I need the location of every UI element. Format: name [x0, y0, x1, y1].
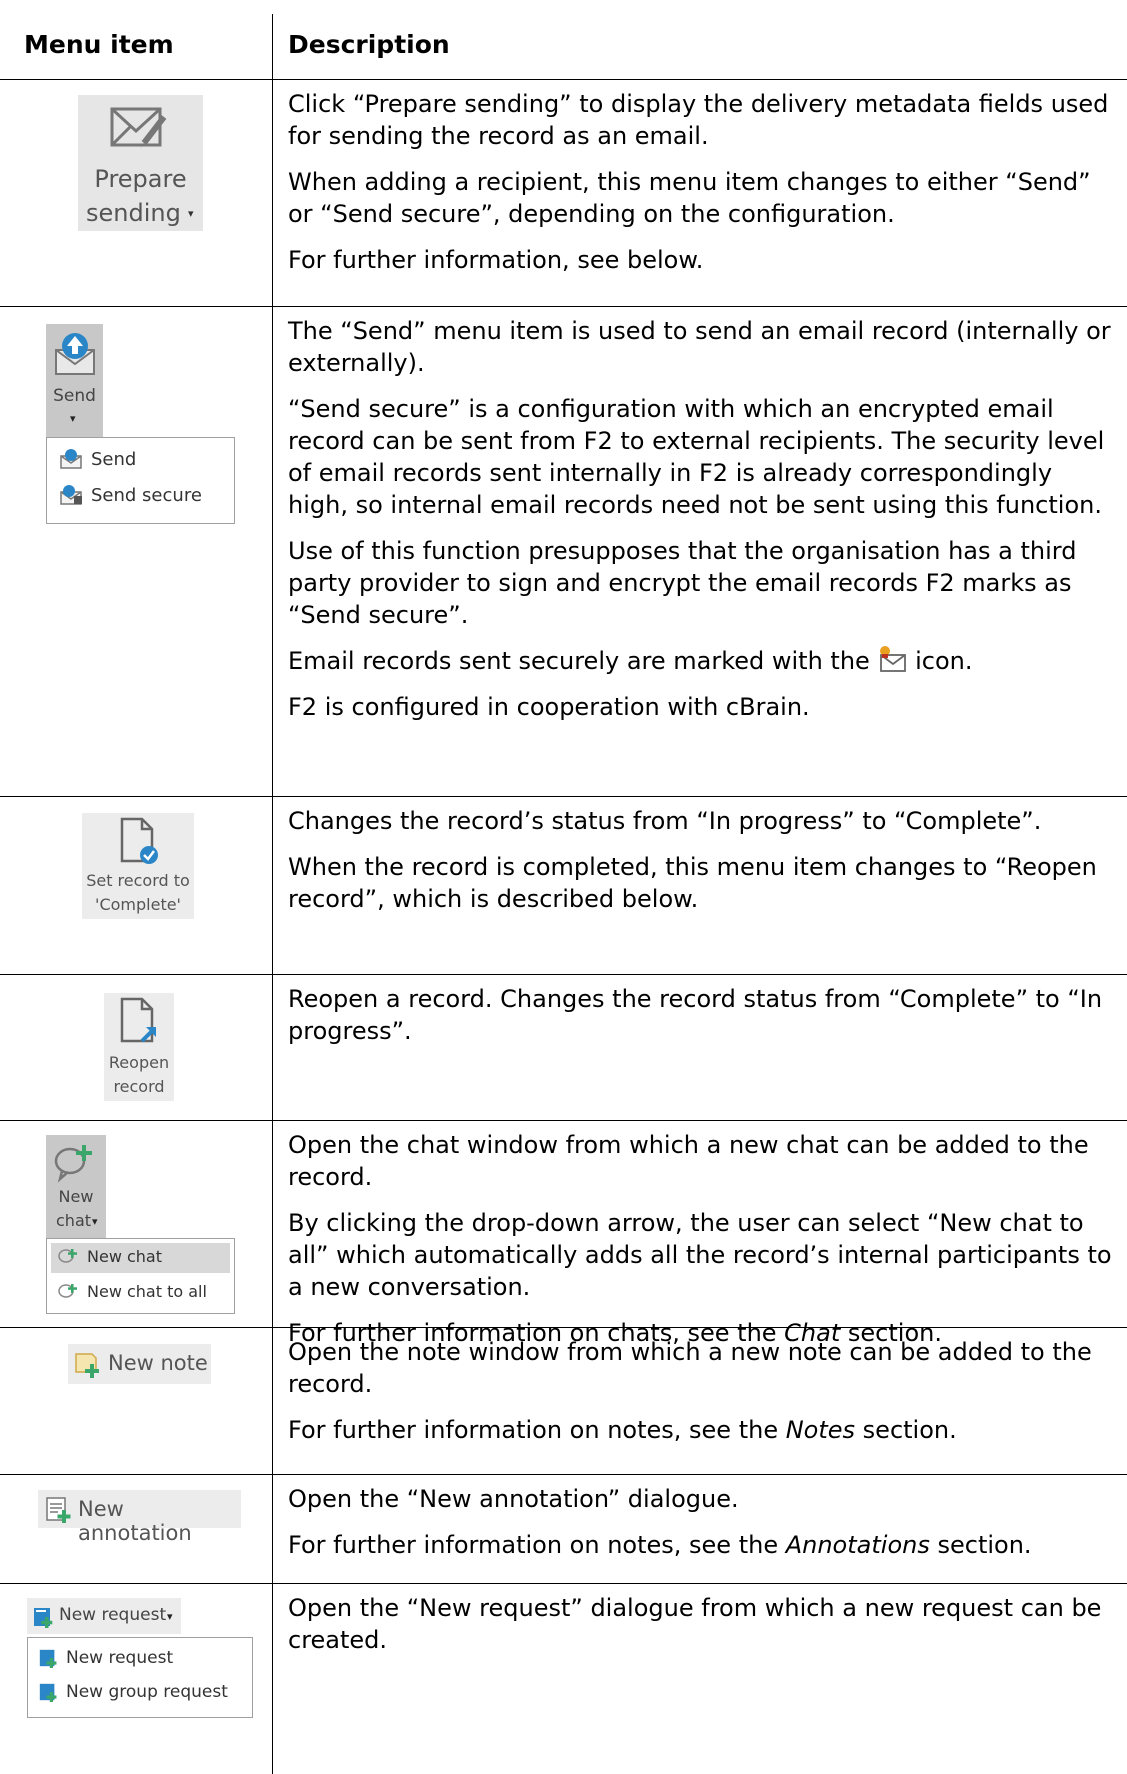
menu-item-label: Send secure [91, 484, 202, 506]
menu-item-new-chat[interactable]: New chat [57, 1246, 162, 1266]
request-icon [34, 1608, 53, 1628]
envelope-pen-icon [110, 107, 167, 149]
new-chat-label-line1: New [58, 1187, 94, 1206]
paragraph: Reopen a record. Changes the record stat… [288, 985, 1103, 1045]
new-annotation-button[interactable]: New annotation [38, 1490, 241, 1545]
new-request-label: New request [59, 1605, 167, 1625]
document-arrow-icon [120, 997, 156, 1043]
chat-plus-icon [54, 1145, 92, 1183]
reference-paragraph: For further information on notes, see th… [288, 1414, 1118, 1446]
header-menu-item: Menu item [24, 30, 174, 59]
prepare-sending-description: Click “Prepare sending” to display the d… [288, 88, 1118, 290]
paragraph: By clicking the drop-down arrow, the use… [288, 1209, 1112, 1301]
set-record-label-line1: Set record to [86, 871, 190, 890]
note-plus-icon [75, 1353, 99, 1378]
reference-paragraph: For further information on notes, see th… [288, 1529, 1118, 1561]
chevron-down-icon: ▾ [188, 207, 194, 220]
paragraph: Open the “New annotation” dialogue. [288, 1485, 739, 1513]
new-chat-button[interactable]: New chat ▾ [46, 1135, 106, 1238]
table-row-new-request: New request ▾ New request New group requ… [0, 1584, 1127, 1774]
text: icon. [907, 647, 973, 675]
chat-plus-icon [58, 1249, 77, 1263]
menu-item-new-chat-to-all[interactable]: New chat to all [57, 1281, 207, 1301]
request-icon [39, 1649, 57, 1668]
reopen-description: Reopen a record. Changes the record stat… [288, 983, 1118, 1061]
menu-item-send[interactable]: Send [59, 448, 136, 470]
table-row-new-chat: New chat ▾ New chat New chat to all Open… [0, 1121, 1127, 1347]
set-record-label-line2: 'Complete' [95, 895, 181, 914]
new-request-dropdown-menu: New request New group request [27, 1637, 253, 1718]
new-chat-label-line2: chat [56, 1211, 92, 1230]
secure-envelope-icon [880, 646, 907, 672]
paragraph-with-icon: Email records sent securely are marked w… [288, 645, 1118, 677]
envelope-upload-icon [55, 333, 95, 375]
set-complete-description: Changes the record’s status from “In pro… [288, 805, 1118, 929]
new-note-label: New note [108, 1351, 208, 1375]
paragraph: Use of this function presupposes that th… [288, 537, 1077, 629]
menu-item-new-request[interactable]: New request [38, 1648, 173, 1668]
menu-item-label: New group request [66, 1682, 228, 1702]
table-row-new-note: New note Open the note window from which… [0, 1328, 1127, 1475]
menu-item-new-group-request[interactable]: New group request [38, 1682, 228, 1702]
menu-item-send-secure[interactable]: Send secure [59, 484, 202, 506]
send-description: The “Send” menu item is used to send an … [288, 315, 1118, 737]
annotation-icon [46, 1497, 71, 1523]
paragraph: When the record is completed, this menu … [288, 853, 1097, 913]
send-button[interactable]: Send ▾ [46, 324, 103, 437]
paragraph: Open the chat window from which a new ch… [288, 1131, 1089, 1191]
chevron-down-icon: ▾ [92, 1215, 98, 1228]
paragraph: The “Send” menu item is used to send an … [288, 317, 1111, 377]
table-header-row: Menu item Description [0, 0, 1127, 80]
table-row-set-complete: Set record to 'Complete' Changes the rec… [0, 797, 1127, 975]
chevron-down-icon: ▾ [70, 412, 76, 425]
envelope-lock-icon [60, 485, 82, 505]
table-row-new-annotation: New annotation Open the “New annotation”… [0, 1475, 1127, 1584]
paragraph: F2 is configured in cooperation with cBr… [288, 693, 810, 721]
set-record-complete-button[interactable]: Set record to 'Complete' [82, 813, 194, 919]
paragraph: Changes the record’s status from “In pro… [288, 807, 1042, 835]
reopen-record-button[interactable]: Reopen record [104, 993, 174, 1101]
new-request-button[interactable]: New request ▾ [27, 1598, 181, 1634]
text: For further information on notes, see th… [288, 1531, 786, 1559]
header-description: Description [288, 30, 450, 59]
table-row-reopen: Reopen record Reopen a record. Changes t… [0, 975, 1127, 1121]
new-note-description: Open the note window from which a new no… [288, 1336, 1118, 1460]
reopen-label-line1: Reopen [108, 1053, 170, 1072]
section-reference: Annotations [785, 1531, 930, 1559]
group-request-icon [39, 1683, 57, 1702]
chat-plus-icon [58, 1284, 77, 1298]
menu-item-label: New chat to all [87, 1281, 207, 1301]
text: section. [855, 1416, 957, 1444]
paragraph: “Send secure” is a configuration with wh… [288, 395, 1105, 519]
menu-item-label: Send [91, 448, 137, 470]
menu-item-label: New request [66, 1648, 174, 1668]
envelope-upload-icon [60, 449, 82, 469]
new-note-button[interactable]: New note [68, 1344, 211, 1384]
new-annotation-description: Open the “New annotation” dialogue. For … [288, 1483, 1118, 1575]
paragraph: When adding a recipient, this menu item … [288, 168, 1091, 228]
prepare-label-line1: Prepare [94, 165, 187, 193]
send-dropdown-menu: Send Send secure [46, 437, 235, 524]
new-annotation-label: New annotation [78, 1497, 192, 1545]
paragraph: Open the note window from which a new no… [288, 1338, 1092, 1398]
paragraph: Click “Prepare sending” to display the d… [288, 90, 1109, 150]
prepare-sending-button[interactable]: Prepare sending ▾ [78, 95, 203, 231]
chevron-down-icon: ▾ [167, 1610, 173, 1623]
document-check-icon [120, 817, 158, 864]
prepare-label-line2: sending [86, 199, 181, 227]
reopen-label-line2: record [113, 1077, 165, 1096]
text: For further information on notes, see th… [288, 1416, 786, 1444]
send-label: Send [53, 386, 96, 406]
paragraph: Open the “New request” dialogue from whi… [288, 1594, 1102, 1654]
text: section. [929, 1531, 1032, 1559]
section-reference: Notes [785, 1416, 856, 1444]
paragraph: For further information, see below. [288, 246, 704, 274]
table-row-send: Send ▾ Send Send secure The “Send” menu … [0, 307, 1127, 797]
new-chat-dropdown-menu: New chat New chat to all [46, 1238, 235, 1314]
new-request-description: Open the “New request” dialogue from whi… [288, 1592, 1118, 1670]
table-row-prepare-sending: Prepare sending ▾ Click “Prepare sending… [0, 80, 1127, 307]
text: Email records sent securely are marked w… [288, 647, 878, 675]
menu-item-label: New chat [87, 1246, 162, 1266]
